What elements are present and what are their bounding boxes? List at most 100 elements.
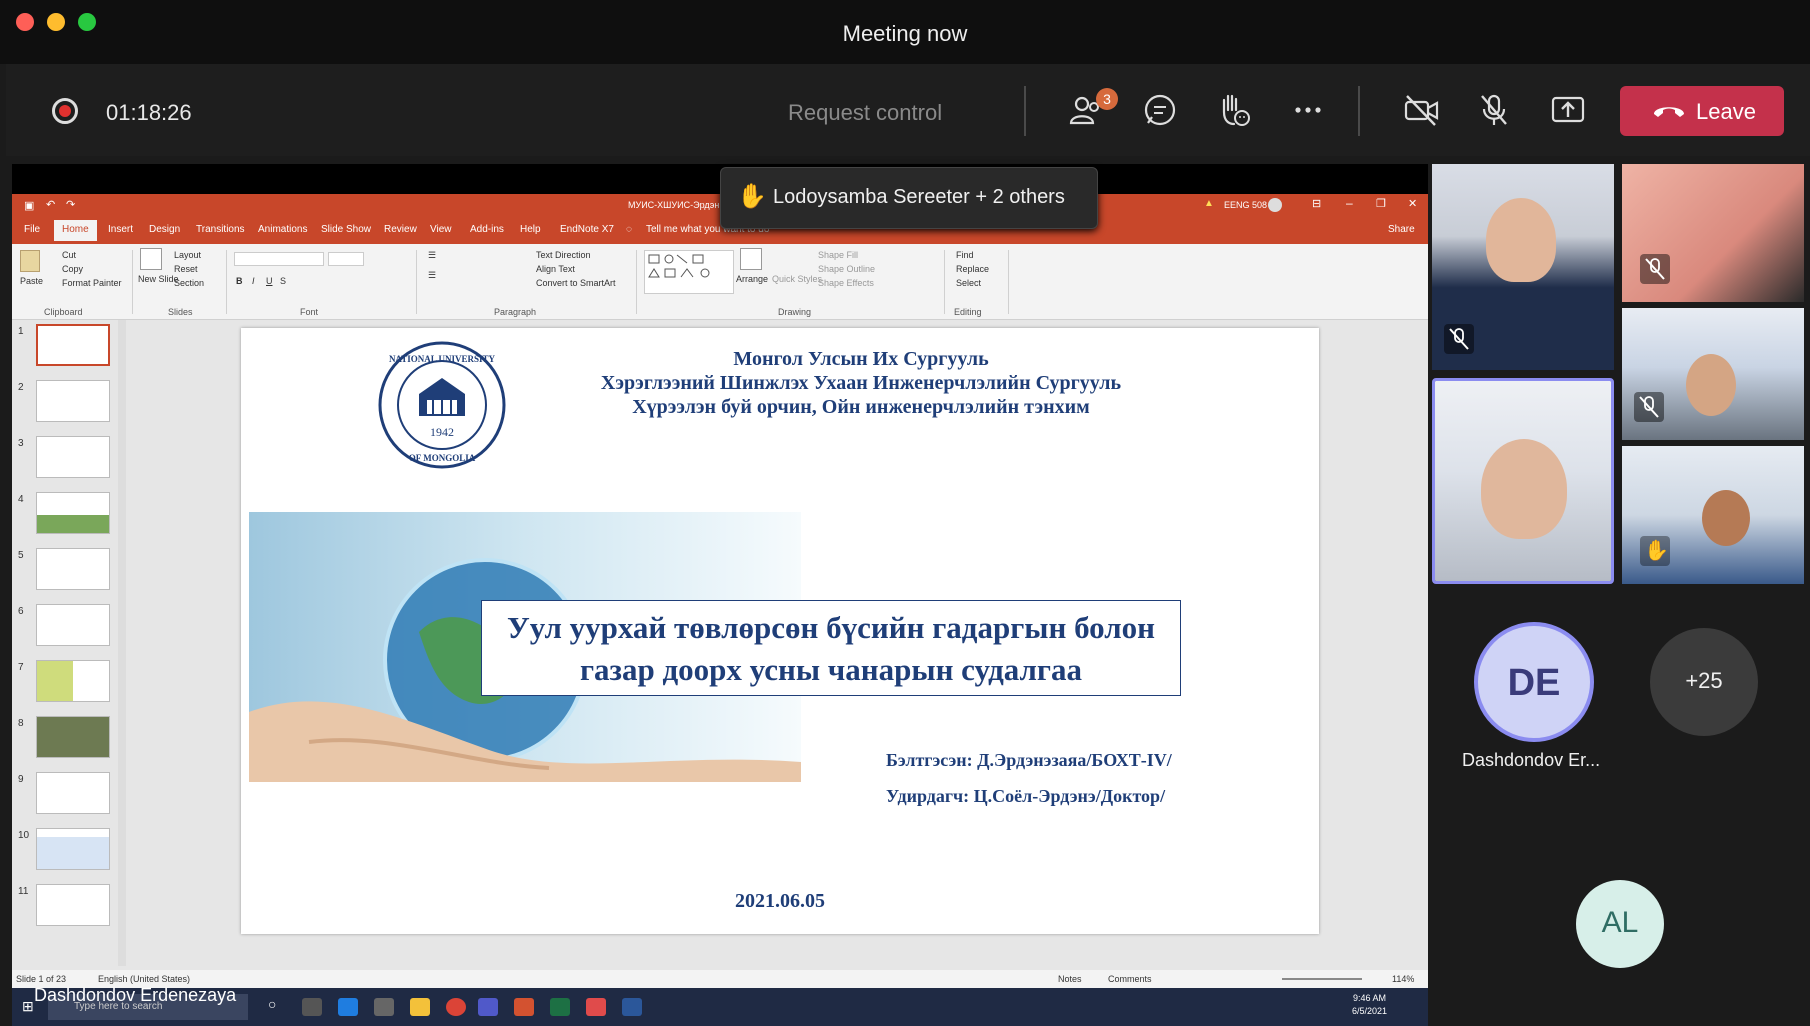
cortana-icon[interactable]: ○ xyxy=(268,996,276,1012)
windows-start-icon[interactable]: ⊞ xyxy=(22,998,34,1015)
save-icon[interactable]: ▣ xyxy=(24,199,34,212)
thumbnails-scrollbar[interactable] xyxy=(118,320,126,966)
ppt-share-button[interactable]: Share xyxy=(1388,224,1415,235)
tab-design[interactable]: Design xyxy=(149,224,180,235)
thumbnail-slide-1[interactable] xyxy=(36,324,110,366)
account-avatar[interactable] xyxy=(1268,198,1282,212)
convert-smartart-button[interactable]: Convert to SmartArt xyxy=(536,278,616,288)
tab-view[interactable]: View xyxy=(430,224,452,235)
tab-add-ins[interactable]: Add-ins xyxy=(470,224,504,235)
layout-button[interactable]: Layout xyxy=(174,250,201,260)
font-family-select[interactable] xyxy=(234,252,324,266)
new-slide-icon[interactable] xyxy=(140,248,162,270)
shape-effects-button[interactable]: Shape Effects xyxy=(818,278,874,288)
arrange-icon[interactable] xyxy=(740,248,762,270)
tab-transitions[interactable]: Transitions xyxy=(196,224,245,235)
tab-endnote[interactable]: EndNote X7 xyxy=(560,224,614,235)
copy-button[interactable]: Copy xyxy=(62,264,83,274)
tab-review[interactable]: Review xyxy=(384,224,417,235)
participant-video-tile[interactable] xyxy=(1622,164,1804,302)
reset-button[interactable]: Reset xyxy=(174,264,198,274)
align-left-icon[interactable]: ☰ xyxy=(428,270,436,281)
participant-video-tile[interactable] xyxy=(1432,164,1614,370)
notes-button[interactable]: Notes xyxy=(1058,974,1082,984)
select-button[interactable]: Select xyxy=(956,278,981,288)
thumbnail-slide-11[interactable] xyxy=(36,884,110,926)
active-speaker-tile[interactable] xyxy=(1432,378,1614,584)
zoom-level[interactable]: 114% xyxy=(1392,974,1414,984)
italic-icon[interactable]: I xyxy=(252,276,255,286)
more-participants-button[interactable]: +25 xyxy=(1650,628,1758,736)
cut-button[interactable]: Cut xyxy=(62,250,76,260)
camera-toggle-button[interactable] xyxy=(1402,90,1442,130)
thumbnail-slide-6[interactable] xyxy=(36,604,110,646)
file-explorer-icon[interactable] xyxy=(410,998,430,1016)
thumbnail-slide-4[interactable] xyxy=(36,492,110,534)
taskbar-clock[interactable]: 9:46 AM 6/5/2021 xyxy=(1352,992,1387,1018)
share-screen-button[interactable] xyxy=(1548,90,1588,130)
paste-button[interactable]: Paste xyxy=(20,276,43,286)
tab-help[interactable]: Help xyxy=(520,224,541,235)
tab-home[interactable]: Home xyxy=(54,220,97,241)
thumbnail-slide-3[interactable] xyxy=(36,436,110,478)
request-control-button[interactable]: Request control xyxy=(788,100,942,126)
tab-slide-show[interactable]: Slide Show xyxy=(321,224,371,235)
align-text-button[interactable]: Align Text xyxy=(536,264,575,274)
edge-icon[interactable] xyxy=(338,998,358,1016)
zoom-slider[interactable] xyxy=(1282,978,1362,980)
bullets-icon[interactable]: ☰ xyxy=(428,250,436,261)
avatar-de[interactable]: DE xyxy=(1474,622,1594,742)
strikethrough-icon[interactable]: S xyxy=(280,276,286,286)
raised-hand-notification[interactable]: ✋ Lodoysamba Sereeter + 2 others xyxy=(720,167,1098,229)
thumbnail-slide-2[interactable] xyxy=(36,380,110,422)
leave-button[interactable]: Leave xyxy=(1620,86,1784,136)
participant-video-tile[interactable]: ✋ xyxy=(1622,446,1804,584)
tab-insert[interactable]: Insert xyxy=(108,224,133,235)
comments-button[interactable]: Comments xyxy=(1108,974,1152,984)
chrome-icon[interactable] xyxy=(446,998,466,1016)
tab-file[interactable]: File xyxy=(24,224,40,235)
shape-fill-button[interactable]: Shape Fill xyxy=(818,250,858,260)
format-painter-button[interactable]: Format Painter xyxy=(62,278,122,288)
ppt-close-icon[interactable]: ✕ xyxy=(1408,197,1417,210)
paste-icon[interactable] xyxy=(20,250,40,272)
section-button[interactable]: Section xyxy=(174,278,204,288)
tab-animations[interactable]: Animations xyxy=(258,224,307,235)
text-direction-button[interactable]: Text Direction xyxy=(536,250,591,260)
underline-icon[interactable]: U xyxy=(266,276,273,286)
reactions-button[interactable] xyxy=(1214,90,1254,130)
quick-styles-button[interactable]: Quick Styles xyxy=(772,274,822,284)
ribbon-display-icon[interactable]: ⊟ xyxy=(1312,197,1321,210)
thumbnail-slide-10[interactable] xyxy=(36,828,110,870)
replace-button[interactable]: Replace xyxy=(956,264,989,274)
acrobat-taskbar-icon[interactable] xyxy=(586,998,606,1016)
redo-icon[interactable]: ↷ xyxy=(66,198,75,211)
teams-taskbar-icon[interactable] xyxy=(478,998,498,1016)
font-size-select[interactable] xyxy=(328,252,364,266)
thumbnail-slide-5[interactable] xyxy=(36,548,110,590)
bold-icon[interactable]: B xyxy=(236,276,243,286)
mic-toggle-button[interactable] xyxy=(1474,90,1514,130)
task-view-icon[interactable] xyxy=(302,998,322,1016)
more-actions-button[interactable] xyxy=(1288,90,1328,130)
avatar-al[interactable]: AL xyxy=(1576,880,1664,968)
chat-button[interactable] xyxy=(1140,90,1180,130)
undo-icon[interactable]: ↶ xyxy=(46,198,55,211)
shape-outline-button[interactable]: Shape Outline xyxy=(818,264,875,274)
thumbnail-slide-9[interactable] xyxy=(36,772,110,814)
excel-taskbar-icon[interactable] xyxy=(550,998,570,1016)
thumbnail-slide-8[interactable] xyxy=(36,716,110,758)
find-button[interactable]: Find xyxy=(956,250,974,260)
arrange-button[interactable]: Arrange xyxy=(736,274,768,284)
shapes-gallery[interactable] xyxy=(644,250,734,294)
participant-video-tile[interactable] xyxy=(1622,308,1804,440)
language-indicator[interactable]: English (United States) xyxy=(98,974,190,984)
store-icon[interactable] xyxy=(374,998,394,1016)
ppt-minimize-icon[interactable]: – xyxy=(1346,196,1353,210)
new-slide-button[interactable]: New Slide xyxy=(138,274,179,284)
powerpoint-taskbar-icon[interactable] xyxy=(514,998,534,1016)
thumbnail-slide-7[interactable] xyxy=(36,660,110,702)
ppt-restore-icon[interactable]: ❐ xyxy=(1376,197,1386,210)
participant-name: Dashdondov Er... xyxy=(1462,750,1601,770)
word-taskbar-icon[interactable] xyxy=(622,998,642,1016)
